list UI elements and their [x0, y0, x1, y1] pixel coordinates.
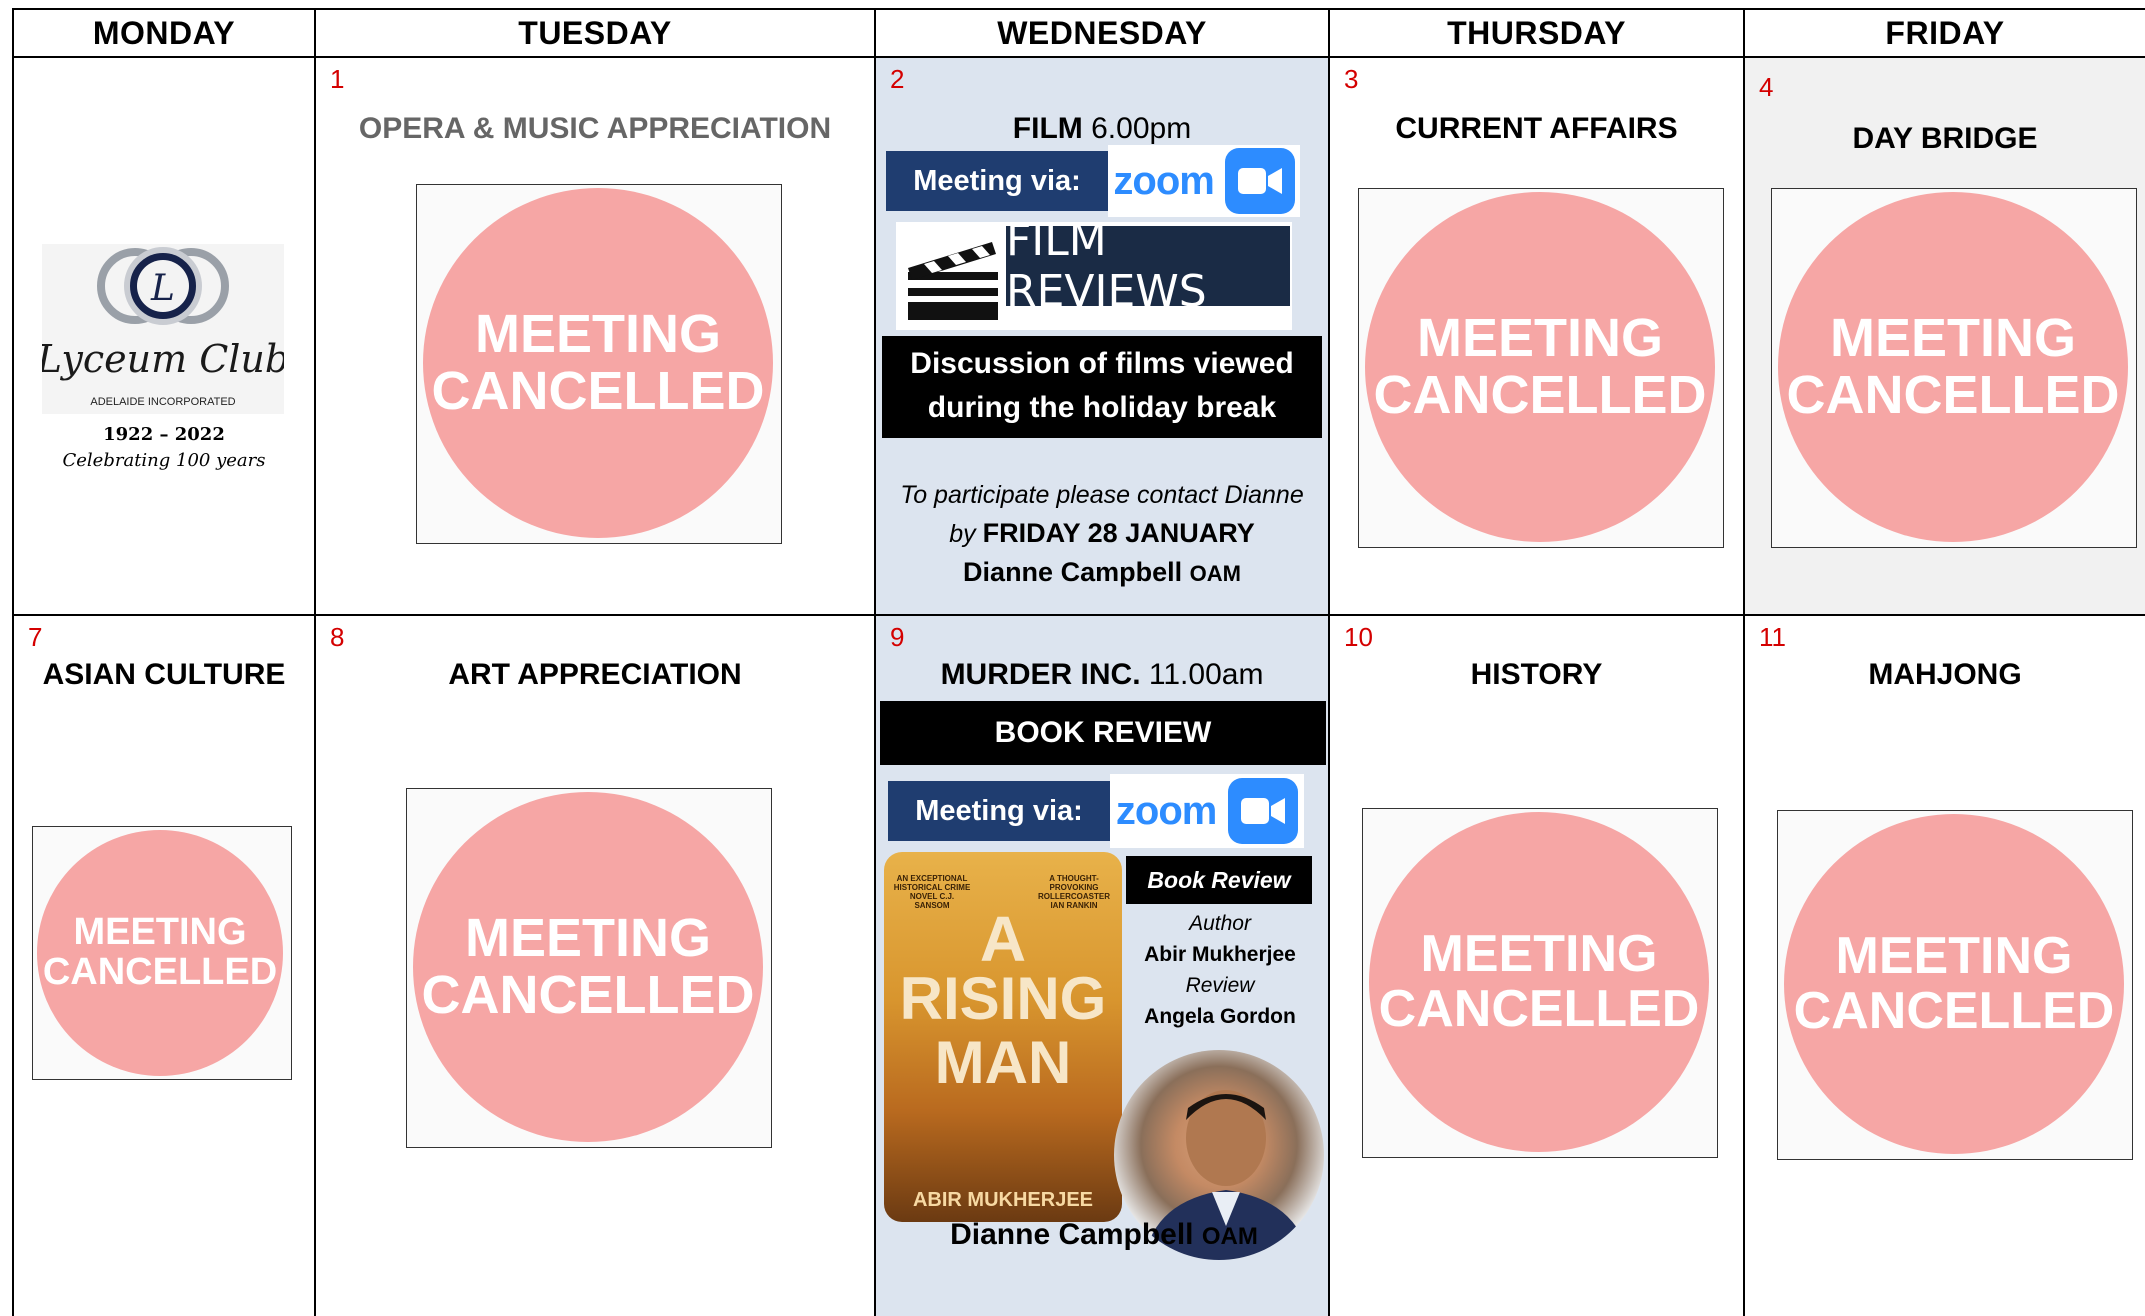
meeting-cancelled-badge: MEETING CANCELLED	[1365, 192, 1715, 542]
day-number: 11	[1759, 622, 1786, 652]
day-number: 4	[1759, 72, 1774, 102]
zoom-logo: zoom	[1113, 158, 1214, 203]
svg-text:Lyceum Club: Lyceum Club	[42, 337, 284, 381]
participation-note: To participate please contact Dianne by …	[900, 481, 1304, 587]
week-1-row: L Lyceum Club ADELAIDE INCORPORATED 1922…	[12, 56, 2145, 616]
cell-week1-tuesday: 1 OPERA & MUSIC APPRECIATION MEETING CANC…	[314, 56, 876, 616]
cell-week1-friday: 4 DAY BRIDGE MEETING CANCELLED	[1743, 56, 2145, 616]
contact-name: Dianne Campbell OAM	[950, 1218, 1258, 1251]
cell-week1-wednesday: 2 FILM 6.00pm Meeting via: zoom FILM REV…	[874, 56, 1330, 616]
book-review-label: Book Review	[1126, 856, 1312, 904]
svg-text:ADELAIDE INCORPORATED: ADELAIDE INCORPORATED	[90, 396, 235, 408]
event-title: CURRENT AFFAIRS	[1395, 112, 1678, 145]
cell-week2-monday: 7 ASIAN CULTURE MEETING CANCELLED	[12, 614, 316, 1316]
meeting-cancelled-badge: MEETING CANCELLED	[1778, 192, 2128, 542]
header-monday: MONDAY	[12, 8, 316, 58]
event-title: FILM 6.00pm	[1012, 112, 1192, 145]
book-review-bar: BOOK REVIEW	[880, 701, 1326, 765]
cancelled-notice: MEETING CANCELLED	[406, 788, 772, 1148]
meeting-cancelled-badge: MEETING CANCELLED	[423, 188, 773, 538]
cancelled-notice: MEETING CANCELLED	[1771, 188, 2137, 548]
meeting-cancelled-badge: MEETING CANCELLED	[37, 830, 283, 1076]
cell-week2-thursday: 10 HISTORY MEETING CANCELLED	[1328, 614, 1745, 1316]
weekly-calendar: MONDAY TUESDAY WEDNESDAY THURSDAY FRIDAY…	[12, 8, 2145, 1316]
calendar-page: MONDAY TUESDAY WEDNESDAY THURSDAY FRIDAY…	[0, 0, 2145, 1316]
svg-text:L: L	[150, 268, 175, 309]
logo-tagline: Celebrating 100 years	[62, 450, 266, 471]
event-title: DAY BRIDGE	[1852, 122, 2038, 155]
day-number: 10	[1344, 622, 1373, 652]
lyceum-club-logo: L Lyceum Club ADELAIDE INCORPORATED	[36, 244, 289, 414]
discussion-banner: Discussion of films viewed during the ho…	[882, 336, 1322, 438]
event-title: ASIAN CULTURE	[42, 658, 286, 691]
meeting-cancelled-badge: MEETING CANCELLED	[1784, 814, 2124, 1154]
cell-week1-monday: L Lyceum Club ADELAIDE INCORPORATED 1922…	[12, 56, 316, 616]
logo-years: 1922 – 2022	[103, 424, 225, 445]
day-number: 9	[890, 622, 905, 652]
meeting-cancelled-badge: MEETING CANCELLED	[1369, 812, 1709, 1152]
header-wednesday: WEDNESDAY	[874, 8, 1330, 58]
cancelled-notice: MEETING CANCELLED	[1362, 808, 1718, 1158]
event-title: MURDER INC. 11.00am	[940, 658, 1264, 691]
header-thursday: THURSDAY	[1328, 8, 1745, 58]
clapperboard-icon	[908, 242, 998, 320]
event-title: OPERA & MUSIC APPRECIATION	[358, 112, 832, 145]
book-author: ABIR MUKHERJEE	[912, 1189, 1094, 1211]
cell-week1-thursday: 3 CURRENT AFFAIRS MEETING CANCELLED	[1328, 56, 1745, 616]
day-number: 3	[1344, 64, 1359, 94]
day-number: 2	[890, 64, 905, 94]
cell-week2-wednesday: 9 MURDER INC. 11.00am BOOK REVIEW Meetin…	[874, 614, 1330, 1316]
cancelled-notice: MEETING CANCELLED	[416, 184, 782, 544]
review-details: Author Abir Mukherjee Review Angela Gord…	[1144, 912, 1296, 1028]
video-camera-icon	[1228, 778, 1299, 844]
event-title: MAHJONG	[1868, 658, 2022, 691]
zoom-logo: zoom	[1115, 788, 1217, 833]
header-friday: FRIDAY	[1743, 8, 2145, 58]
cancelled-notice: MEETING CANCELLED	[1777, 810, 2133, 1160]
cancelled-notice: MEETING CANCELLED	[32, 826, 292, 1080]
film-reviews-title: FILM REVIEWS	[1006, 215, 1290, 317]
day-number: 7	[28, 622, 43, 652]
header-row: MONDAY TUESDAY WEDNESDAY THURSDAY FRIDAY	[12, 8, 2145, 58]
day-number: 1	[330, 64, 345, 94]
header-tuesday: TUESDAY	[314, 8, 876, 58]
book-cover: AN EXCEPTIONAL HISTORICAL CRIME NOVEL C.…	[884, 852, 1122, 1222]
meeting-cancelled-badge: MEETING CANCELLED	[413, 792, 763, 1142]
event-title: ART APPRECIATION	[448, 658, 742, 691]
film-reviews-banner: FILM REVIEWS	[896, 215, 1292, 330]
day-number: 8	[330, 622, 345, 652]
cancelled-notice: MEETING CANCELLED	[1358, 188, 1724, 548]
cell-week2-friday: 11 MAHJONG MEETING CANCELLED	[1743, 614, 2145, 1316]
event-title: HISTORY	[1470, 658, 1603, 691]
video-camera-icon	[1224, 148, 1295, 214]
zoom-banner: Meeting via: zoom	[888, 774, 1304, 848]
zoom-banner: Meeting via: zoom	[886, 145, 1300, 217]
lyceum-rings-icon: L Lyceum Club ADELAIDE INCORPORATED	[36, 247, 289, 408]
week-2-row: 7 ASIAN CULTURE MEETING CANCELLED 8 ART A…	[12, 614, 2145, 1316]
cell-week2-tuesday: 8 ART APPRECIATION MEETING CANCELLED	[314, 614, 876, 1316]
